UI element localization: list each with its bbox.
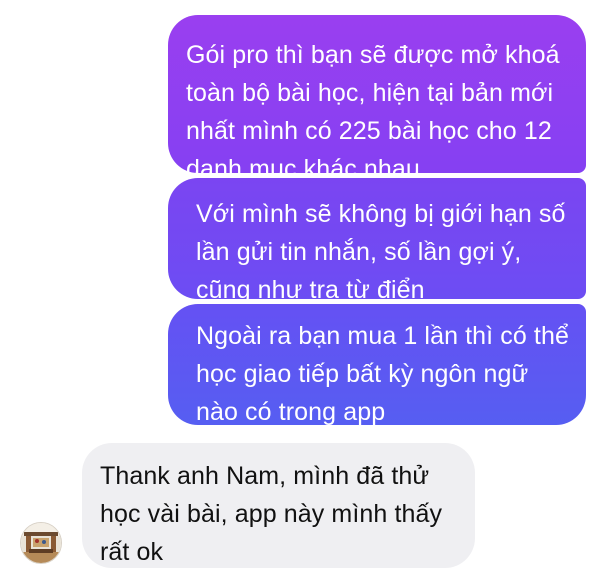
message-text-line: học vài bài, app này mình thấy [100, 500, 443, 528]
message-text-line: nhất mình có 225 bài học cho 12 [186, 117, 552, 145]
sender-avatar[interactable] [20, 522, 62, 564]
message-text-line: Với mình sẽ không bị giới hạn số [196, 200, 566, 228]
message-text-line: Ngoài ra bạn mua 1 lần thì có thể [196, 322, 569, 350]
message-text-line: nào có trong app [196, 398, 386, 426]
message-text-line: rất ok [100, 538, 164, 566]
outgoing-message-bubble[interactable]: Với mình sẽ không bị giới hạn số lần gửi… [168, 178, 586, 304]
outgoing-message-bubble[interactable]: Gói pro thì bạn sẽ được mở khoá toàn bộ … [168, 15, 586, 183]
user-avatar-photo-icon [21, 523, 61, 563]
message-text-line: lần gửi tin nhắn, số lần gợi ý, [196, 238, 522, 266]
message-text-line: Gói pro thì bạn sẽ được mở khoá [186, 41, 560, 69]
message-text-line: toàn bộ bài học, hiện tại bản mới [186, 79, 554, 107]
message-text-line: Thank anh Nam, mình đã thử [100, 462, 430, 490]
outgoing-message-bubble[interactable]: Ngoài ra bạn mua 1 lần thì có thể học gi… [168, 304, 586, 426]
incoming-message-bubble[interactable]: Thank anh Nam, mình đã thử học vài bài, … [82, 443, 475, 568]
message-text-line: học giao tiếp bất kỳ ngôn ngữ [196, 360, 529, 388]
